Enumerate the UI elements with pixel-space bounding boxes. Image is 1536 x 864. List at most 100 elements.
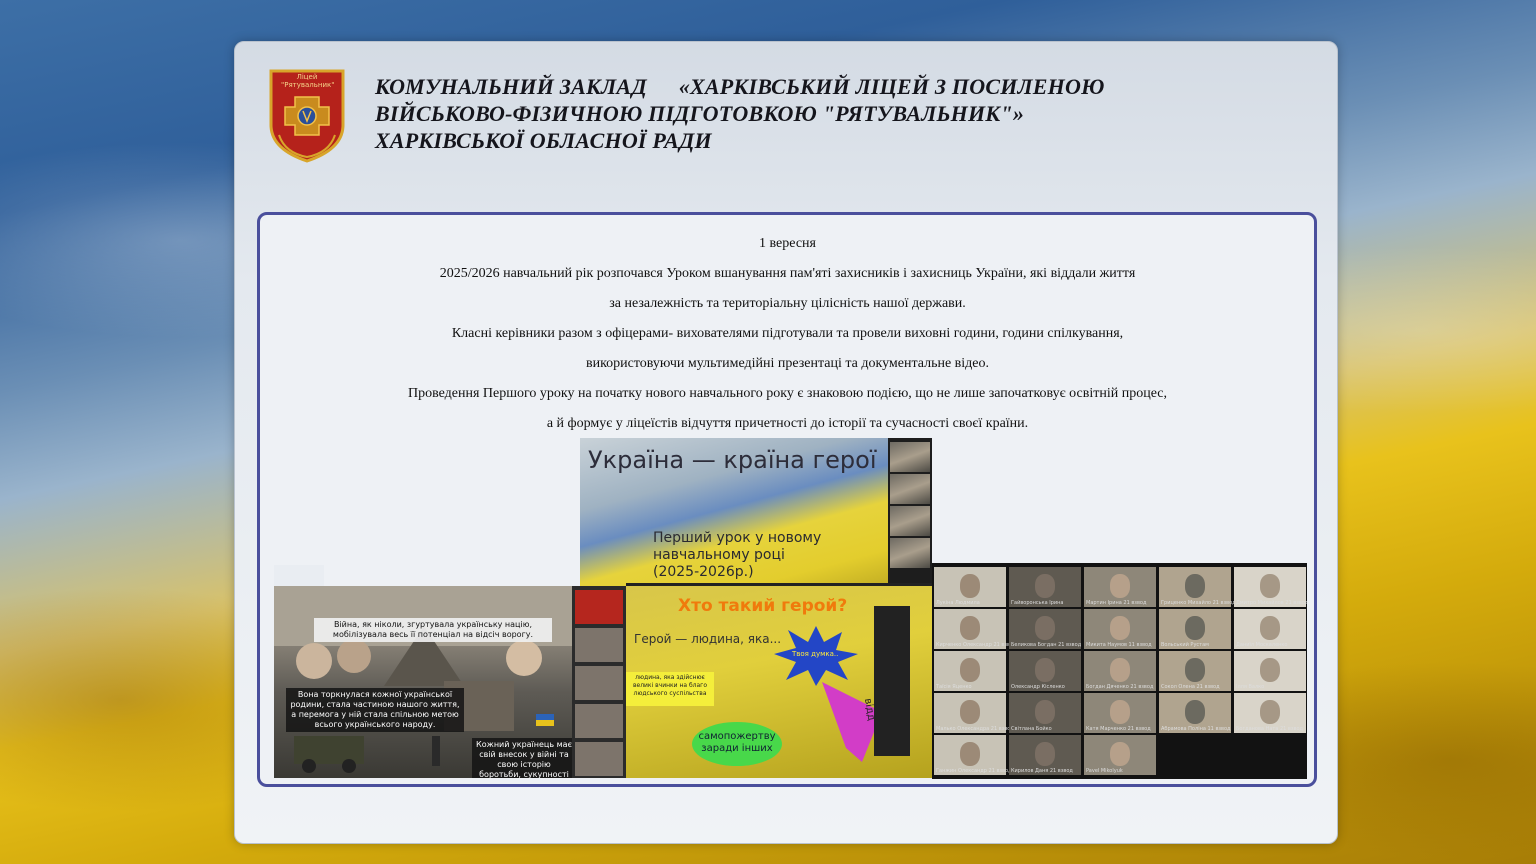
participant-name: Абрамова Поліна 11 взвод	[1161, 726, 1231, 732]
participant-tile	[575, 628, 623, 662]
participant-tile	[575, 666, 623, 700]
participant-face	[1260, 574, 1280, 598]
participant-name: Сокол Олена 21 взвод	[1161, 684, 1220, 690]
pink-arrow-shape	[822, 682, 882, 762]
slide2-caption-bottom: Кожний українець має свій внесок у війні…	[472, 738, 576, 778]
participant-column	[874, 606, 910, 756]
participant-tile: Pavel Mikolyuk	[1084, 735, 1156, 775]
news-paragraph: Класні керівники разом з офіцерами- вихо…	[451, 326, 1124, 341]
participant-tile: Абрамова Поліна 11 взвод	[1159, 693, 1231, 733]
participant-face	[1185, 658, 1205, 682]
participant-face	[1185, 700, 1205, 724]
participant-tile: Сокол Олена 21 взвод	[1159, 651, 1231, 691]
video-thumbnail	[890, 442, 930, 472]
participant-face	[1260, 616, 1280, 640]
participant-name: Ілля Валко	[1236, 684, 1265, 690]
participant-face	[1260, 658, 1280, 682]
participant-face	[1035, 742, 1055, 766]
participant-face	[1185, 574, 1205, 598]
participant-tile: Микита Наумов 11 взвод	[1084, 609, 1156, 649]
participant-tile: Дмитро Михайлов 21 взвод	[1234, 567, 1307, 607]
news-date: 1 вересня	[759, 236, 816, 251]
participant-name: Микита Наумов 11 взвод	[1086, 642, 1152, 648]
video-thumbnails	[888, 438, 932, 586]
video-conference-grid: Лукіна Людмила Гайворонська Ірина Мартин І…	[932, 563, 1307, 779]
slide-who-is-hero-image: Хто такий герой? Герой — людина, яка... …	[626, 586, 932, 778]
participant-tile: Малько Олександра 21 взвод	[934, 693, 1014, 733]
participant-name: Даниїл Москаленко	[1236, 642, 1288, 648]
participant-name: Богданова Ната 21 взвод	[1236, 726, 1303, 732]
slide2-caption-top: Війна, як ніколи, згуртувала українську …	[314, 618, 552, 642]
slide2-caption-middle: Вона торкнулася кожної української родин…	[286, 688, 464, 732]
participant-name: Ганжин Олександр 21 взвод	[936, 768, 1012, 774]
participant-tile	[575, 590, 623, 624]
participant-face	[1110, 658, 1130, 682]
burst-text: Твоя думка..	[792, 650, 839, 658]
participant-face	[1110, 574, 1130, 598]
participant-name: Лукіна Людмила	[936, 600, 980, 606]
participant-face	[1035, 616, 1055, 640]
participant-tile: Олександр Кісленко	[1009, 651, 1081, 691]
participant-tile: Мартин Ірина 21 взвод	[1084, 567, 1156, 607]
participant-face	[1110, 700, 1130, 724]
participant-tile: Кирченко Олександр 21 взвод	[934, 609, 1017, 649]
news-paragraph: за незалежність та територіальну цілісні…	[609, 296, 966, 311]
participant-name: Олександр Кісленко	[1011, 684, 1065, 690]
participant-tile: Беликова Богдан 21 взвод	[1009, 609, 1081, 649]
participant-face	[960, 742, 980, 766]
title-line3: ХАРКІВСЬКОЇ ОБЛАСНОЇ РАДИ	[375, 128, 712, 153]
participant-tile: Вольський Рустам	[1159, 609, 1231, 649]
slide1-subtitle: Перший урок у новому навчальному році (2…	[653, 530, 822, 580]
participant-tile: Даниїл Москаленко	[1234, 609, 1306, 649]
participant-name: Дмитро Михайлов 21 взвод	[1236, 600, 1307, 606]
participant-tile	[575, 704, 623, 738]
participant-tile: Ганжин Олександр 21 взвод	[934, 735, 1012, 775]
participant-tile: Гайворонська Ірина	[1009, 567, 1081, 607]
participant-face	[1035, 700, 1055, 724]
video-thumbnail	[890, 538, 930, 568]
participant-tile: Гриценко Михайло 21 взвод	[1159, 567, 1236, 607]
slide-war-story-image: Війна, як ніколи, згуртувала українську …	[274, 586, 626, 778]
participant-tile: Лукіна Людмила	[934, 567, 1006, 607]
participant-name: Вольський Рустам	[1161, 642, 1209, 648]
participant-name: Гайворонська Ірина	[1011, 600, 1064, 606]
collage-gap	[274, 565, 324, 586]
participant-name: Pavel Mikolyuk	[1086, 768, 1123, 774]
title-line1-b: «ХАРКІВСЬКИЙ ЛІЦЕЙ З ПОСИЛЕНОЮ	[678, 74, 1105, 99]
slide3-green-bubble: самопожертву заради інших	[692, 722, 782, 766]
participant-name: Мартин Ірина 21 взвод	[1086, 600, 1147, 606]
participant-name: Кирилов Даня 21 взвод	[1011, 768, 1073, 774]
video-thumbnail	[890, 506, 930, 536]
institution-title: КОМУНАЛЬНИЙ ЗАКЛАД «ХАРКІВСЬКИЙ ЛІЦЕЙ З П…	[375, 73, 1195, 154]
participant-name: Богдан Дяченко 21 взвод	[1086, 684, 1154, 690]
participant-face	[1260, 700, 1280, 724]
title-line2: ВІЙСЬКОВО-ФІЗИЧНОЮ ПІДГОТОВКОЮ "РЯТУВАЛЬ…	[375, 101, 1025, 126]
participant-tile	[575, 742, 623, 776]
participant-face	[960, 616, 980, 640]
participant-tile: Кирилов Даня 21 взвод	[1009, 735, 1081, 775]
participant-name: Малько Олександра 21 взвод	[936, 726, 1014, 732]
participant-tile: Катя Марченко 21 взвод	[1084, 693, 1156, 733]
participant-tile: Богдан Дяченко 21 взвод	[1084, 651, 1156, 691]
participant-tile: Богданова Ната 21 взвод	[1234, 693, 1306, 733]
participant-face	[1035, 658, 1055, 682]
participant-tile: Таїсія Яценко	[934, 651, 1006, 691]
title-line1-a: КОМУНАЛЬНИЙ ЗАКЛАД	[375, 74, 647, 99]
slide3-definition: Герой — людина, яка...	[634, 632, 782, 646]
news-text: 1 вересня 2025/2026 навчальний рік розпо…	[260, 234, 1315, 444]
participant-name: Катя Марченко 21 взвод	[1086, 726, 1151, 732]
participant-column	[572, 586, 626, 778]
slide3-title: Хто такий герой?	[678, 596, 848, 616]
participant-name: Кирченко Олександр 21 взвод	[936, 642, 1017, 648]
participant-face	[960, 700, 980, 724]
slide-ukraine-heroes-image: Україна — країна герої Перший урок у нов…	[580, 438, 932, 586]
participant-face	[1110, 616, 1130, 640]
news-paragraph: використовуючи мультимедійні презентаці …	[585, 356, 990, 371]
participant-name: Світлана Бойко	[1011, 726, 1052, 732]
participant-name: Гриценко Михайло 21 взвод	[1161, 600, 1236, 606]
news-paragraph: 2025/2026 навчальний рік розпочався Урок…	[439, 266, 1136, 281]
participant-face	[960, 658, 980, 682]
participant-face	[1035, 574, 1055, 598]
slide1-title: Україна — країна герої	[588, 446, 877, 474]
slide3-yellow-note: людина, яка здійснює великі вчинки на бл…	[626, 672, 714, 706]
